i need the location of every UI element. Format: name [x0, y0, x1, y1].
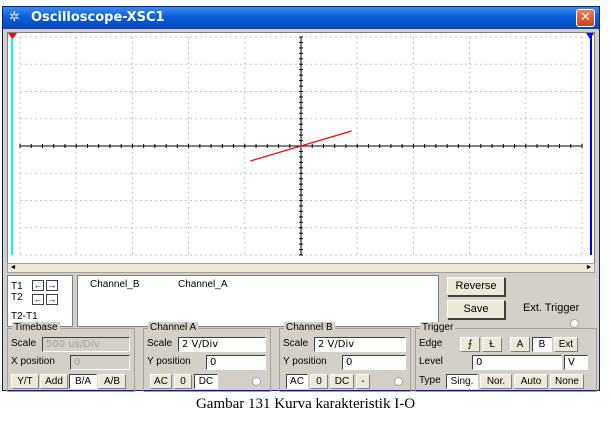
edge-label: Edge	[419, 338, 443, 349]
channel-readout: Channel_B Channel_A	[77, 275, 439, 327]
mode-yt-button[interactable]: Y/T	[11, 374, 39, 389]
scope-screen	[7, 32, 595, 264]
channel-a-radio[interactable]	[252, 377, 261, 386]
channel-b-group: Channel B Scale 2 V/Div Y position 0 AC …	[279, 322, 411, 392]
mode-ba-button[interactable]: B/A	[69, 374, 97, 389]
channel-b-invert-button[interactable]: -	[356, 374, 370, 389]
level-label: Level	[419, 356, 443, 367]
type-none-button[interactable]: None	[550, 374, 584, 389]
cursor-readout: T1 ← → T2 ← → T2-T1	[7, 275, 73, 327]
t2-t1-label: T2-T1	[11, 311, 38, 322]
type-auto-button[interactable]: Auto	[514, 374, 548, 389]
channel-b-dc-button[interactable]: DC	[330, 374, 354, 389]
t1-left-arrow-icon[interactable]: ←	[32, 280, 44, 291]
close-button[interactable]: ✕	[576, 9, 595, 27]
channel-a-zero-button[interactable]: 0	[174, 374, 192, 389]
cursor-2-marker-icon	[586, 33, 594, 39]
scroll-right-icon[interactable]: ►	[584, 264, 594, 272]
level-field[interactable]: 0	[472, 355, 562, 370]
source-b-button[interactable]: B	[532, 337, 552, 352]
edge-rising-icon[interactable]: ⨍	[460, 337, 480, 352]
window-title: Oscilloscope-XSC1	[31, 10, 165, 25]
channel-b-zero-button[interactable]: 0	[310, 374, 328, 389]
type-single-button[interactable]: Sing.	[446, 374, 478, 389]
trigger-title: Trigger	[420, 322, 456, 333]
x-position-field[interactable]: 0	[70, 355, 130, 370]
scope-graticule	[8, 33, 594, 256]
channel-b-ypos-field[interactable]: 0	[342, 355, 406, 370]
channel-a-dc-button[interactable]: DC	[194, 374, 218, 389]
channel-a-ypos-field[interactable]: 0	[206, 355, 266, 370]
cursor-1-marker-icon	[8, 33, 17, 39]
type-label: Type	[419, 375, 441, 386]
t1-label: T1	[11, 281, 23, 292]
channel-a-group: Channel A Scale 2 V/Div Y position 0 AC …	[143, 322, 271, 392]
reverse-button[interactable]: Reverse	[447, 277, 505, 296]
channel-a-scale-label: Scale	[147, 338, 173, 349]
timebase-scale-label: Scale	[11, 338, 37, 349]
channel-a-title: Channel A	[148, 322, 199, 333]
channel-b-scale-field[interactable]: 2 V/Div	[314, 337, 406, 352]
ext-trigger-radio[interactable]	[570, 319, 579, 328]
edge-falling-icon[interactable]: Ɫ	[482, 337, 502, 352]
timebase-scale-field[interactable]: 500 us/Div	[42, 337, 130, 352]
channel-b-radio[interactable]	[394, 377, 403, 386]
timebase-title: Timebase	[12, 322, 60, 333]
t2-right-arrow-icon[interactable]: →	[46, 294, 58, 305]
t2-left-arrow-icon[interactable]: ←	[32, 294, 44, 305]
figure-caption: Gambar 131 Kurva karakteristik I-O	[195, 396, 416, 412]
channel-a-column: Channel_A	[178, 279, 228, 290]
type-normal-button[interactable]: Nor.	[480, 374, 512, 389]
source-a-button[interactable]: A	[510, 337, 530, 352]
t2-label: T2	[11, 292, 23, 303]
channel-b-ac-button[interactable]: AC	[286, 374, 308, 389]
mode-ab-button[interactable]: A/B	[98, 374, 126, 389]
timebase-group: Timebase Scale 500 us/Div X position 0 Y…	[7, 322, 135, 392]
source-ext-button[interactable]: Ext	[554, 337, 578, 352]
trigger-group: Trigger Edge ⨍ Ɫ A B Ext Level 0 V Type …	[415, 322, 597, 392]
channel-b-ypos-label: Y position	[283, 356, 327, 367]
channel-a-ac-button[interactable]: AC	[150, 374, 172, 389]
level-unit-field[interactable]: V	[564, 355, 588, 370]
channel-b-scale-label: Scale	[283, 338, 309, 349]
channel-a-scale-field[interactable]: 2 V/Div	[178, 337, 266, 352]
ext-trigger-label: Ext. Trigger	[523, 302, 580, 314]
horizontal-scrollbar[interactable]: ◄ ►	[7, 263, 595, 273]
mode-add-button[interactable]: Add	[40, 374, 68, 389]
oscilloscope-window: ✲ Oscilloscope-XSC1 ✕ ◄ ► T1 ← → T2 ← → …	[2, 6, 600, 392]
oscilloscope-icon: ✲	[9, 10, 20, 25]
x-position-label: X position	[11, 356, 55, 367]
channel-a-ypos-label: Y position	[147, 356, 191, 367]
channel-b-title: Channel B	[284, 322, 335, 333]
save-button[interactable]: Save	[447, 300, 505, 319]
t1-right-arrow-icon[interactable]: →	[46, 280, 58, 291]
title-bar[interactable]: ✲ Oscilloscope-XSC1 ✕	[3, 7, 599, 29]
scroll-left-icon[interactable]: ◄	[8, 264, 18, 272]
channel-b-column: Channel_B	[90, 279, 140, 290]
